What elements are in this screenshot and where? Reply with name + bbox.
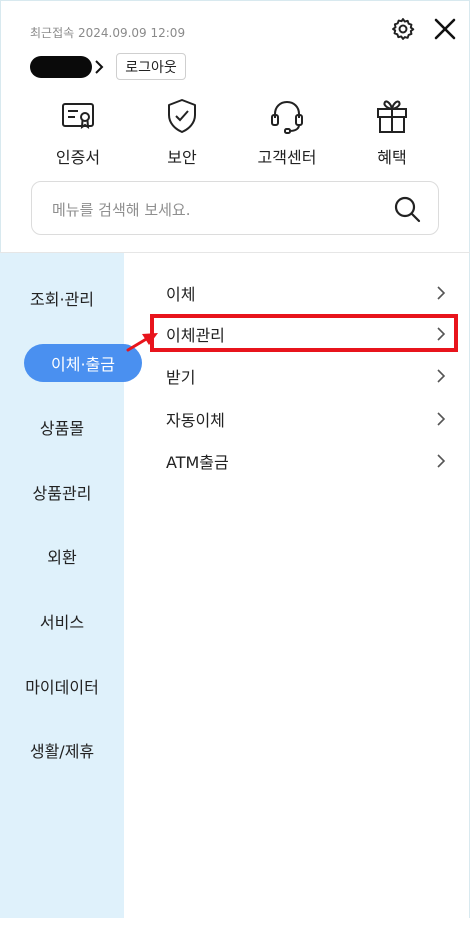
quick-certificate[interactable]: 인증서 bbox=[28, 96, 128, 168]
submenu-auto-transfer[interactable]: 자동이체 bbox=[150, 401, 455, 437]
highlight-box bbox=[150, 314, 458, 352]
chevron-right-icon[interactable] bbox=[92, 58, 106, 76]
quick-benefits[interactable]: 혜택 bbox=[342, 96, 442, 168]
chevron-right-icon bbox=[437, 412, 446, 426]
submenu-label: 받기 bbox=[166, 368, 196, 387]
logout-button[interactable]: 로그아웃 bbox=[116, 53, 186, 80]
submenu-label: ATM출금 bbox=[166, 453, 229, 472]
quick-customer-center[interactable]: 고객센터 bbox=[237, 96, 337, 168]
headset-icon bbox=[271, 100, 303, 134]
submenu-label: 이체 bbox=[166, 285, 196, 304]
gear-icon[interactable] bbox=[390, 16, 416, 42]
quick-label: 혜택 bbox=[377, 148, 407, 167]
certificate-icon bbox=[62, 103, 94, 129]
chevron-right-icon bbox=[437, 454, 446, 468]
sidebar-item-mydata[interactable]: 마이데이터 bbox=[0, 668, 124, 704]
sidebar-item-product-management[interactable]: 상품관리 bbox=[0, 474, 124, 510]
submenu-atm-withdrawal[interactable]: ATM출금 bbox=[150, 443, 455, 479]
shield-check-icon bbox=[168, 99, 196, 133]
quick-label: 고객센터 bbox=[257, 148, 317, 167]
sidebar-item-lifestyle[interactable]: 생활/제휴 bbox=[0, 732, 124, 768]
pointer-arrow-icon bbox=[126, 333, 158, 352]
sidebar-item-services[interactable]: 서비스 bbox=[0, 603, 124, 639]
quick-label: 보안 bbox=[167, 148, 197, 167]
menu-search-input[interactable]: 메뉴를 검색해 보세요. bbox=[31, 181, 439, 235]
gift-icon bbox=[377, 100, 407, 133]
search-placeholder: 메뉴를 검색해 보세요. bbox=[52, 201, 191, 219]
quick-security[interactable]: 보안 bbox=[132, 96, 232, 168]
sidebar-item-product-mall[interactable]: 상품몰 bbox=[0, 409, 124, 445]
sidebar-item-inquiry[interactable]: 조회·관리 bbox=[0, 280, 124, 316]
submenu-label: 자동이체 bbox=[166, 411, 225, 430]
submenu-transfer[interactable]: 이체 bbox=[150, 275, 455, 311]
chevron-right-icon bbox=[437, 286, 446, 300]
last-login-time: 최근접속 2024.09.09 12:09 bbox=[30, 26, 186, 40]
sidebar-item-forex[interactable]: 외환 bbox=[0, 538, 124, 574]
panel-bottom bbox=[0, 918, 470, 940]
quick-label: 인증서 bbox=[55, 148, 101, 167]
user-name-redacted[interactable] bbox=[30, 56, 92, 78]
close-icon[interactable] bbox=[430, 14, 460, 44]
chevron-right-icon bbox=[437, 369, 446, 383]
submenu-receive[interactable]: 받기 bbox=[150, 358, 455, 394]
search-icon[interactable] bbox=[392, 194, 422, 224]
